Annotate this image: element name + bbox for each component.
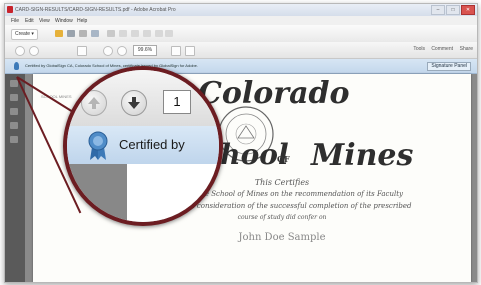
next-page-icon[interactable] xyxy=(29,46,39,56)
magnified-toolbar: 1 xyxy=(67,70,219,127)
email-icon[interactable] xyxy=(91,30,99,37)
window-title: CARD-SIGN-RESULTS/CARD-SIGN-RESULTS.pdf … xyxy=(15,7,176,13)
page-up-button[interactable] xyxy=(81,90,107,116)
menu-help[interactable]: Help xyxy=(77,18,87,24)
settings-icon[interactable] xyxy=(107,30,115,37)
magnified-document xyxy=(67,164,219,222)
export-icon[interactable] xyxy=(155,30,163,37)
share-icon[interactable] xyxy=(143,30,151,37)
fit-page-icon[interactable] xyxy=(77,46,87,56)
create-button[interactable]: Create ▾ xyxy=(11,29,38,40)
menu-edit[interactable]: Edit xyxy=(25,18,34,24)
menu-view[interactable]: View xyxy=(39,18,50,24)
navigation-toolbar: 99.6% Tools Comment Share xyxy=(5,42,477,59)
layers-icon[interactable] xyxy=(10,136,18,143)
certified-ribbon-icon xyxy=(14,62,19,70)
zoom-input[interactable]: 99.6% xyxy=(133,45,157,56)
fit-width-icon[interactable] xyxy=(171,46,181,56)
zoom-out-icon[interactable] xyxy=(103,46,113,56)
comment-icon[interactable] xyxy=(119,30,127,37)
diploma-word-of: OF xyxy=(277,154,290,164)
page-down-button[interactable] xyxy=(121,90,147,116)
certified-by-label: Certified by xyxy=(119,137,185,152)
recipient-name: John Doe Sample xyxy=(238,232,326,243)
certified-ribbon-icon xyxy=(88,131,108,160)
maximize-button[interactable]: □ xyxy=(446,5,460,15)
save-icon[interactable] xyxy=(67,30,75,37)
menu-window[interactable]: Window xyxy=(55,18,73,24)
read-mode-icon[interactable] xyxy=(185,46,195,56)
diploma-word-colorado: Colorado xyxy=(198,76,350,111)
bookmarks-icon[interactable] xyxy=(10,94,18,101)
tab-comment[interactable]: Comment xyxy=(431,46,453,52)
tab-share[interactable]: Share xyxy=(460,46,473,52)
menu-bar: File Edit View Window Help xyxy=(5,16,477,25)
zoom-in-icon[interactable] xyxy=(117,46,127,56)
close-button[interactable]: ✕ xyxy=(461,5,475,15)
arrow-up-icon xyxy=(88,97,100,109)
title-bar: CARD-SIGN-RESULTS/CARD-SIGN-RESULTS.pdf … xyxy=(5,4,477,16)
previous-page-icon[interactable] xyxy=(15,46,25,56)
window-controls: – □ ✕ xyxy=(431,5,475,15)
open-folder-icon[interactable] xyxy=(55,30,63,37)
highlight-icon[interactable] xyxy=(131,30,139,37)
tab-tools[interactable]: Tools xyxy=(413,46,425,52)
main-toolbar: Create ▾ xyxy=(5,25,477,43)
attach-icon[interactable] xyxy=(165,30,173,37)
signature-panel-button[interactable]: Signature Panel xyxy=(427,62,471,71)
arrow-down-icon xyxy=(128,97,140,109)
magnified-cert-bar: Certified by xyxy=(67,126,219,165)
acrobat-icon xyxy=(7,6,13,13)
signatures-icon[interactable] xyxy=(10,108,18,115)
page-number-input[interactable]: 1 xyxy=(163,90,191,114)
magnified-page xyxy=(127,164,219,222)
magnifier-callout: 1 Certified by xyxy=(63,66,223,226)
certification-text: Certified by GlobalSign CA, Colorado Sch… xyxy=(25,63,198,68)
menu-file[interactable]: File xyxy=(11,18,19,24)
minimize-button[interactable]: – xyxy=(431,5,445,15)
print-icon[interactable] xyxy=(79,30,87,37)
attachments-icon[interactable] xyxy=(10,122,18,129)
navigation-pane xyxy=(5,74,25,282)
diploma-word-mines: Mines xyxy=(311,138,414,173)
